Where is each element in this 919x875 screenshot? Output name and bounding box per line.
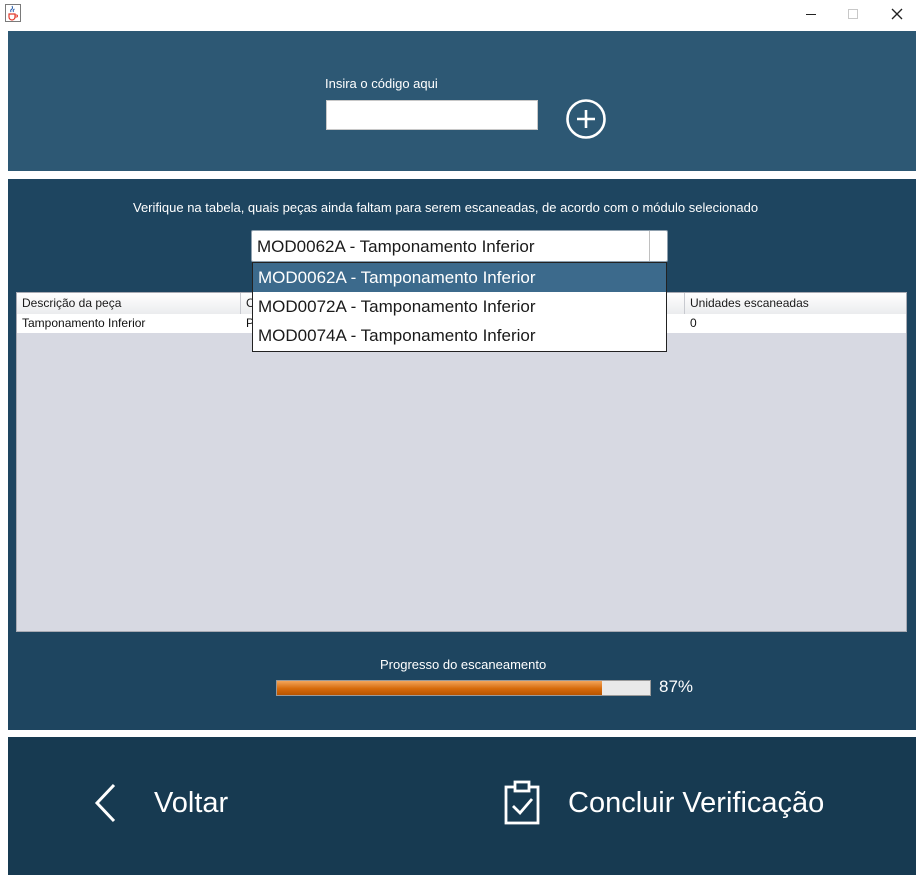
- module-select-value: MOD0062A - Tamponamento Inferior: [257, 237, 535, 256]
- module-option[interactable]: MOD0074A - Tamponamento Inferior: [253, 321, 666, 350]
- code-input[interactable]: [326, 100, 538, 130]
- minimize-icon[interactable]: [788, 0, 834, 28]
- finish-verification-button[interactable]: Concluir Verificação: [502, 779, 824, 827]
- instructions-text: Verifique na tabela, quais peças ainda f…: [133, 200, 759, 215]
- chevron-left-icon: [94, 783, 116, 823]
- module-options-list: MOD0062A - Tamponamento Inferior MOD0072…: [252, 262, 667, 352]
- progress-label: Progresso do escaneamento: [380, 657, 547, 672]
- plus-circle-icon: [566, 99, 606, 139]
- module-option[interactable]: MOD0072A - Tamponamento Inferior: [253, 292, 666, 321]
- verification-panel: Verifique na tabela, quais peças ainda f…: [8, 179, 916, 730]
- scan-progress-bar: [276, 680, 651, 696]
- module-select[interactable]: MOD0062A - Tamponamento Inferior: [251, 230, 668, 262]
- finish-verification-label: Concluir Verificação: [568, 786, 825, 819]
- add-code-button[interactable]: [564, 97, 608, 141]
- window-title-bar: [0, 0, 919, 30]
- maximize-icon[interactable]: [830, 0, 876, 28]
- progress-fill: [277, 681, 602, 695]
- module-option[interactable]: MOD0062A - Tamponamento Inferior: [253, 263, 666, 292]
- code-entry-panel: Insira o código aqui: [8, 31, 916, 171]
- action-bar: Voltar Concluir Verificação: [8, 737, 916, 875]
- clipboard-check-icon: [504, 780, 540, 825]
- column-header-description[interactable]: Descrição da peça: [17, 293, 241, 314]
- back-button-label: Voltar: [154, 786, 229, 819]
- column-header-scanned-units[interactable]: Unidades escaneadas: [685, 293, 906, 314]
- back-button[interactable]: Voltar: [92, 781, 228, 825]
- progress-percentage: 87%: [659, 677, 694, 696]
- dropdown-arrow-icon[interactable]: [649, 231, 667, 261]
- java-cup-icon: [5, 4, 21, 22]
- cell-description: Tamponamento Inferior: [22, 316, 146, 330]
- code-entry-label: Insira o código aqui: [325, 76, 438, 91]
- close-icon[interactable]: [874, 0, 919, 28]
- cell-scanned-units: 0: [690, 316, 697, 330]
